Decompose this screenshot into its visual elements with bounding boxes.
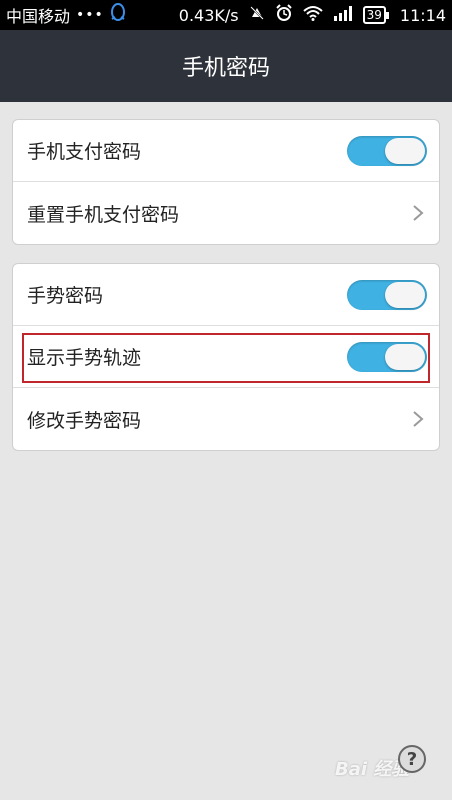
row-gesture-password[interactable]: 手势密码	[13, 264, 439, 326]
payment-password-toggle[interactable]	[347, 135, 427, 166]
row-change-gesture-password[interactable]: 修改手势密码	[13, 388, 439, 450]
gesture-password-toggle[interactable]	[347, 279, 427, 310]
row-reset-payment-password[interactable]: 重置手机支付密码	[13, 182, 439, 244]
status-bar: 中国移动 ••• 0.43K/s 39 11:14	[0, 0, 452, 30]
battery-icon: 39	[362, 6, 390, 24]
more-dots: •••	[76, 7, 104, 23]
toggle-knob	[385, 343, 425, 370]
battery-level: 39	[366, 8, 382, 22]
row-label: 重置手机支付密码	[27, 203, 180, 226]
help-button[interactable]: ?	[398, 745, 426, 773]
toggle-knob	[385, 281, 425, 308]
clock: 11:14	[399, 5, 446, 25]
row-label: 手机支付密码	[27, 141, 142, 163]
payment-settings-group: 手机支付密码 重置手机支付密码	[12, 119, 440, 245]
row-label: 显示手势轨迹	[27, 347, 142, 369]
page-title: 手机密码	[181, 56, 270, 81]
toggle-knob	[385, 137, 425, 164]
gesture-settings-group: 手势密码 显示手势轨迹 修改手势密码	[12, 263, 440, 451]
show-gesture-trail-toggle[interactable]	[347, 341, 427, 372]
carrier-label: 中国移动	[6, 7, 71, 26]
row-show-gesture-trail[interactable]: 显示手势轨迹	[13, 326, 439, 388]
title-bar: 手机密码	[0, 30, 452, 102]
row-label: 修改手势密码	[27, 409, 142, 432]
alarm-icon	[275, 4, 293, 26]
row-payment-password[interactable]: 手机支付密码	[13, 120, 439, 182]
wifi-icon	[302, 5, 323, 25]
network-speed: 0.43K/s	[178, 5, 239, 25]
qq-penguin-icon	[110, 3, 126, 27]
chevron-right-icon	[413, 205, 424, 221]
mute-icon	[249, 5, 265, 25]
row-label: 手势密码	[27, 285, 104, 307]
signal-icon	[333, 5, 353, 25]
chevron-right-icon	[413, 411, 424, 427]
